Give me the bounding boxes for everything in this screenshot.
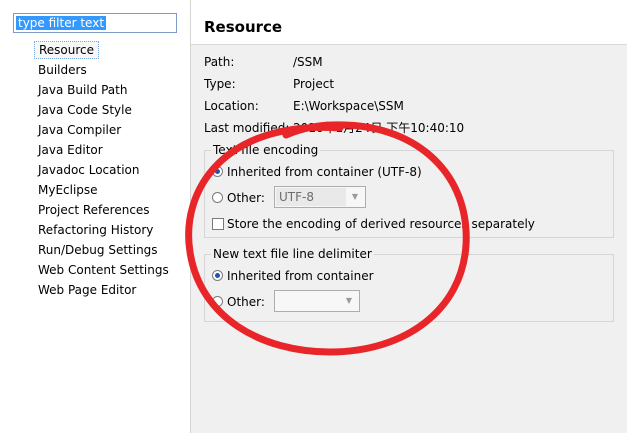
radio-button[interactable] <box>212 166 223 177</box>
text-file-encoding-group: Text file encoding Inherited from contai… <box>204 142 614 238</box>
delimiter-inherited-option[interactable]: Inherited from container <box>212 267 512 285</box>
line-delimiter-group: New text file line delimiter Inherited f… <box>204 246 614 322</box>
info-key: Last modified: <box>204 121 290 135</box>
group-legend: Text file encoding <box>211 142 321 158</box>
tree-item-java-build-path[interactable]: Java Build Path <box>34 81 131 99</box>
info-key: Location: <box>204 99 259 113</box>
encoding-other-select[interactable]: UTF-8 ▼ <box>274 186 366 208</box>
info-value: /SSM <box>293 55 323 69</box>
page-header: Resource <box>191 0 627 45</box>
tree-item-java-editor[interactable]: Java Editor <box>34 141 107 159</box>
info-key: Path: <box>204 55 235 69</box>
store-encoding-option[interactable]: Store the encoding of derived resources … <box>212 215 602 233</box>
tree-item-myeclipse[interactable]: MyEclipse <box>34 181 102 199</box>
select-value: UTF-8 <box>279 190 314 204</box>
resource-properties-pane: Resource Path: /SSM Type: Project Locati… <box>191 0 627 433</box>
option-label: Inherited from container <box>227 269 374 283</box>
filter-input-text: type filter text <box>16 16 107 30</box>
radio-button[interactable] <box>212 270 223 281</box>
radio-button[interactable] <box>212 192 223 203</box>
tree-item-builders[interactable]: Builders <box>34 61 91 79</box>
option-label: Other: <box>227 295 265 309</box>
tree-item-run-debug-settings[interactable]: Run/Debug Settings <box>34 241 162 259</box>
filter-input[interactable]: type filter text <box>13 13 177 33</box>
option-label: Other: <box>227 191 265 205</box>
option-label: Inherited from container (UTF-8) <box>227 165 422 179</box>
page-title: Resource <box>204 18 283 36</box>
tree-item-project-references[interactable]: Project References <box>34 201 154 219</box>
tree-item-refactoring-history[interactable]: Refactoring History <box>34 221 157 239</box>
delimiter-other-option[interactable]: Other: <box>212 293 282 311</box>
tree-item-web-content-settings[interactable]: Web Content Settings <box>34 261 173 279</box>
encoding-other-option[interactable]: Other: <box>212 189 282 207</box>
option-label: Store the encoding of derived resources … <box>227 217 535 231</box>
checkbox[interactable] <box>212 218 224 230</box>
info-value: 2016年1月24日 下午10:40:10 <box>293 121 465 135</box>
info-key: Type: <box>204 77 236 91</box>
chevron-down-icon: ▼ <box>351 192 359 201</box>
tree-item-resource[interactable]: Resource <box>34 41 100 59</box>
tree-item-javadoc-location[interactable]: Javadoc Location <box>34 161 143 179</box>
encoding-inherited-option[interactable]: Inherited from container (UTF-8) <box>212 163 572 181</box>
tree-item-java-compiler[interactable]: Java Compiler <box>34 121 125 139</box>
chevron-down-icon: ▼ <box>345 296 353 305</box>
delimiter-other-select[interactable]: ▼ <box>274 290 360 312</box>
preference-tree-pane: type filter text Resource Builders Java … <box>0 0 191 433</box>
radio-button[interactable] <box>212 296 223 307</box>
group-legend: New text file line delimiter <box>211 246 374 262</box>
tree-item-java-code-style[interactable]: Java Code Style <box>34 101 136 119</box>
info-value: E:\Workspace\SSM <box>293 99 404 113</box>
tree-item-web-page-editor[interactable]: Web Page Editor <box>34 281 140 299</box>
info-value: Project <box>293 77 335 91</box>
